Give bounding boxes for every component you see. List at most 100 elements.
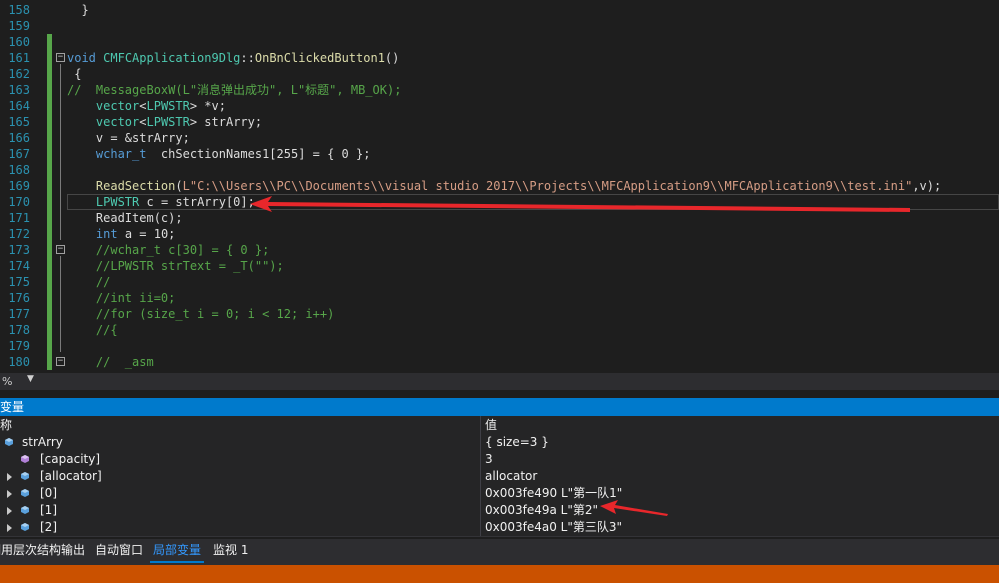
chevron-down-icon[interactable]: ▼ <box>27 374 34 384</box>
column-divider[interactable] <box>480 416 481 434</box>
locals-row-capacity[interactable]: [capacity] 3 <box>0 451 999 469</box>
bottom-tool-tabs: 调用层次结构 输出 自动窗口 局部变量 监视 1 <box>0 539 999 565</box>
code-text: ReadItem(c); <box>67 211 183 225</box>
column-value-header[interactable]: 值 <box>485 416 497 434</box>
line-number: 173 <box>8 243 30 257</box>
change-marker <box>47 258 52 274</box>
code-line: 162 { <box>0 66 999 82</box>
change-marker <box>47 146 52 162</box>
code-line: 163 // MessageBoxW(L"消息弹出成功", L"标题", MB_… <box>0 82 999 98</box>
status-bar <box>0 565 999 583</box>
column-divider <box>480 434 481 451</box>
locals-row-allocator[interactable]: [allocator] allocator <box>0 468 999 486</box>
expand-arrow-icon[interactable] <box>7 507 12 515</box>
code-text: // <box>67 275 111 289</box>
line-number: 161 <box>8 51 30 65</box>
code-text: //for (size_t i = 0; i < 12; i++) <box>67 307 335 321</box>
code-text: } <box>67 3 89 17</box>
expand-arrow-icon[interactable] <box>7 473 12 481</box>
code-line: 175 // <box>0 274 999 290</box>
tab-label: 调用层次结构 <box>0 543 62 557</box>
line-number: 170 <box>8 195 30 209</box>
column-divider <box>480 451 481 468</box>
code-line: 179 <box>0 338 999 354</box>
code-text: { <box>67 67 82 81</box>
tab-label: 监视 1 <box>213 543 249 557</box>
tab-label: 输出 <box>61 543 86 557</box>
code-text: wchar_t chSectionNames1[255] = { 0 }; <box>95 147 371 161</box>
code-line: 166 v = &strArry; <box>0 130 999 146</box>
line-number: 165 <box>8 115 30 129</box>
locals-row-1[interactable]: [1] 0x003fe49a L"第2" <box>0 502 999 520</box>
tab-label: 局部变量 <box>153 543 202 557</box>
variable-icon <box>21 489 29 497</box>
variable-value: { size=3 } <box>485 435 549 449</box>
line-number: 175 <box>8 275 30 289</box>
tab-output[interactable]: 输出 <box>58 539 88 561</box>
variable-value: 3 <box>485 452 493 466</box>
tab-autos[interactable]: 自动窗口 <box>92 539 146 561</box>
line-number: 168 <box>8 163 30 177</box>
line-number: 158 <box>8 3 30 17</box>
tab-call-hierarchy[interactable]: 调用层次结构 <box>0 539 64 561</box>
line-number: 177 <box>8 307 30 321</box>
expand-arrow-icon[interactable] <box>7 490 12 498</box>
line-number: 164 <box>8 99 30 113</box>
locals-row-0[interactable]: [0] 0x003fe490 L"第一队1" <box>0 485 999 503</box>
variable-name: [0] <box>40 486 57 500</box>
line-number: 163 <box>8 83 30 97</box>
change-marker <box>47 322 52 338</box>
variable-name: strArry <box>22 435 63 449</box>
change-marker <box>47 130 52 146</box>
variable-icon <box>21 523 29 531</box>
line-number: 176 <box>8 291 30 305</box>
collapse-toggle-icon[interactable]: − <box>56 245 65 254</box>
code-line: 180 − // _asm <box>0 354 999 370</box>
line-number: 166 <box>8 131 30 145</box>
change-marker <box>47 210 52 226</box>
variable-name: [1] <box>40 503 57 517</box>
code-text: int a = 10; <box>95 227 176 241</box>
column-name-header[interactable]: 称 <box>0 416 12 434</box>
code-text: //int ii=0; <box>67 291 176 305</box>
line-number: 160 <box>8 35 30 49</box>
change-marker <box>47 82 52 98</box>
code-text: //LPWSTR strText = _T(""); <box>67 259 284 273</box>
change-marker <box>47 306 52 322</box>
code-editor[interactable]: 158 } 159 160 161 − void CMFCApplication… <box>0 0 999 373</box>
variable-name: [capacity] <box>40 452 101 466</box>
collapse-toggle-icon[interactable]: − <box>56 357 65 366</box>
column-divider <box>480 485 481 502</box>
code-text: vector<LPWSTR> strArry; <box>95 115 263 129</box>
tab-locals[interactable]: 局部变量 <box>150 539 205 563</box>
code-line: 160 <box>0 34 999 50</box>
line-number: 180 <box>8 355 30 369</box>
member-icon <box>21 455 29 463</box>
fold-guide <box>60 256 61 352</box>
variable-value: 0x003fe4a0 L"第三队3" <box>485 520 623 534</box>
code-line: 173 − //wchar_t c[30] = { 0 }; <box>0 242 999 258</box>
column-divider <box>480 468 481 485</box>
line-number: 179 <box>8 339 30 353</box>
code-line: 167 wchar_t chSectionNames1[255] = { 0 }… <box>0 146 999 162</box>
code-text: vector<LPWSTR> *v; <box>95 99 226 113</box>
code-text: //{ <box>67 323 118 337</box>
code-line: 164 vector<LPWSTR> *v; <box>0 98 999 114</box>
red-arrow-annotation <box>250 196 910 212</box>
tab-watch-1[interactable]: 监视 1 <box>210 539 251 561</box>
locals-row-2[interactable]: [2] 0x003fe4a0 L"第三队3" <box>0 519 999 537</box>
collapse-toggle-icon[interactable]: − <box>56 53 65 62</box>
line-number: 172 <box>8 227 30 241</box>
code-text: //wchar_t c[30] = { 0 }; <box>67 243 270 257</box>
zoom-level[interactable]: % <box>2 375 12 388</box>
red-arrow-annotation <box>600 500 668 516</box>
change-marker <box>47 290 52 306</box>
change-marker <box>47 194 52 210</box>
column-divider <box>480 502 481 519</box>
expand-arrow-icon[interactable] <box>7 524 12 532</box>
variable-value: 0x003fe49a L"第2" <box>485 503 599 517</box>
locals-row-strarry[interactable]: strArry { size=3 } <box>0 434 999 452</box>
line-number: 162 <box>8 67 30 81</box>
locals-column-header: 称 值 <box>0 416 999 435</box>
zoom-bar: % ▼ <box>0 373 999 390</box>
